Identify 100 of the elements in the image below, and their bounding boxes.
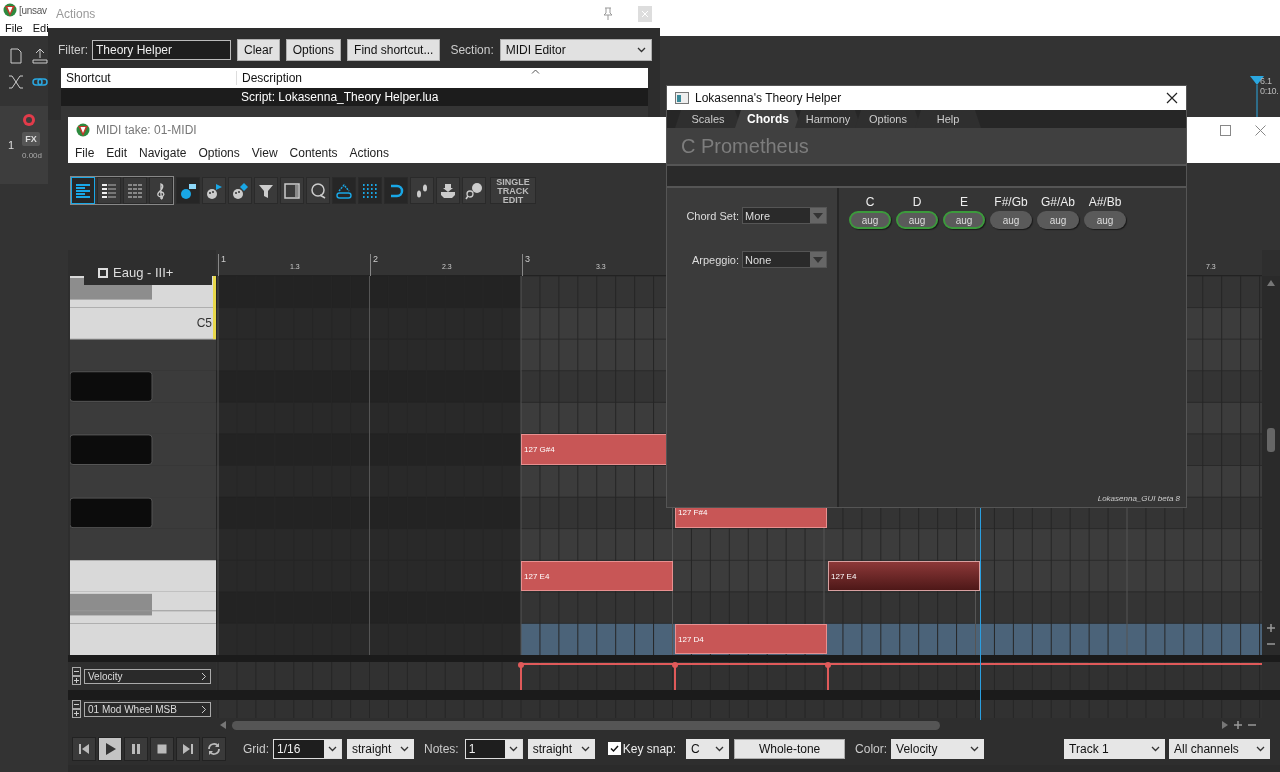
column-header[interactable]: Shortcut xyxy=(61,71,237,85)
toolbar-button[interactable] xyxy=(254,177,278,204)
fx-button[interactable]: FX xyxy=(22,132,40,146)
toolbar-button[interactable] xyxy=(384,177,408,204)
chevron-down-icon xyxy=(328,745,337,752)
toolbar-button[interactable] xyxy=(176,177,200,204)
crossfade-icon[interactable] xyxy=(8,74,24,90)
chevron-down-icon xyxy=(970,745,980,752)
menu-item[interactable]: File xyxy=(5,22,23,34)
transport-button[interactable] xyxy=(124,736,148,761)
chord-button[interactable]: aug xyxy=(896,211,938,229)
tab[interactable]: Help xyxy=(915,110,981,128)
column-header[interactable]: Description xyxy=(237,71,303,85)
midi-note[interactable]: 127 D4 xyxy=(675,623,827,655)
record-arm-icon[interactable] xyxy=(22,113,36,127)
transport-button[interactable] xyxy=(202,736,226,761)
single-track-edit-button[interactable]: SINGLE TRACK EDIT xyxy=(490,177,536,204)
toolbar-button[interactable] xyxy=(228,177,252,204)
action-button[interactable]: Options xyxy=(285,39,342,61)
lane-selector[interactable]: 01 Mod Wheel MSB xyxy=(84,701,211,717)
close-icon[interactable] xyxy=(1166,92,1178,104)
scroll-up-icon[interactable] xyxy=(1267,280,1275,286)
window-title: Lokasenna's Theory Helper xyxy=(695,91,842,105)
toolbar-button[interactable] xyxy=(462,177,486,204)
scrollbar-thumb[interactable] xyxy=(232,720,940,730)
app-logo-icon xyxy=(3,3,17,17)
palette-diamond-icon xyxy=(231,181,249,200)
channel-select[interactable]: All channels xyxy=(1169,738,1271,759)
toolbar-button[interactable] xyxy=(97,177,121,204)
toolbar-button[interactable] xyxy=(71,177,95,204)
chevron-right-icon xyxy=(201,704,207,714)
lane-collapse-icon[interactable] xyxy=(72,667,81,685)
lane-collapse-icon[interactable] xyxy=(72,700,81,718)
scrollbar-thumb[interactable] xyxy=(1267,428,1275,452)
notes-field[interactable]: 1 xyxy=(464,738,523,759)
toolbar-button[interactable] xyxy=(332,177,356,204)
toolbar-button[interactable] xyxy=(436,177,460,204)
filter-field[interactable]: Theory Helper xyxy=(92,40,231,60)
menu-item[interactable]: Actions xyxy=(349,146,389,160)
play-icon xyxy=(103,741,117,756)
toolbar-button[interactable] xyxy=(202,177,226,204)
upload-icon[interactable] xyxy=(32,48,48,64)
chord-button[interactable]: aug xyxy=(849,211,891,229)
toolbar-button[interactable] xyxy=(149,177,173,204)
skip-back-icon xyxy=(77,741,91,756)
grid-field[interactable]: 1/16 xyxy=(273,738,342,759)
file-icon[interactable] xyxy=(8,48,24,64)
zoom-in-icon[interactable] xyxy=(1267,624,1275,632)
key-snap-checkbox[interactable] xyxy=(607,742,621,755)
menu-item[interactable]: Options xyxy=(198,146,240,160)
menu-item[interactable]: Edi xyxy=(32,22,49,34)
dropdown-arrow-icon xyxy=(813,256,823,263)
scale-button[interactable]: Whole-tone xyxy=(734,738,846,759)
zoom-in-icon[interactable] xyxy=(1234,721,1242,729)
chord-root: F#/Gb xyxy=(994,195,1028,209)
pin-icon[interactable] xyxy=(602,7,614,21)
menu-item[interactable]: Edit xyxy=(106,146,128,160)
track-select[interactable]: Track 1 xyxy=(1064,738,1166,759)
chevron-down-icon xyxy=(636,47,646,53)
chord-button[interactable]: aug xyxy=(1084,211,1126,229)
chord-root: D xyxy=(912,195,922,209)
toolbar-button[interactable] xyxy=(358,177,382,204)
action-button[interactable]: Find shortcut... xyxy=(347,39,441,61)
scroll-right-icon[interactable] xyxy=(1222,721,1228,729)
key-select[interactable]: C xyxy=(686,738,730,759)
transport-button[interactable] xyxy=(98,736,122,761)
chord-button[interactable]: aug xyxy=(990,211,1032,229)
zoom-out-icon[interactable] xyxy=(1267,640,1275,648)
toolbar-button[interactable] xyxy=(410,177,434,204)
chord-root: G#/Ab xyxy=(1041,195,1075,209)
menu-item[interactable]: File xyxy=(75,146,95,160)
chord-root: A#/Bb xyxy=(1088,195,1122,209)
color-select[interactable]: Velocity xyxy=(891,738,985,759)
menu-item[interactable]: View xyxy=(251,146,278,160)
maximize-icon[interactable] xyxy=(1220,124,1231,136)
loop-icon xyxy=(207,741,221,756)
list-row[interactable]: Script: Lokasenna_Theory Helper.lua xyxy=(61,88,648,106)
list-view-icon xyxy=(100,181,118,200)
swing-select[interactable]: straight xyxy=(527,738,595,759)
chord-button[interactable]: aug xyxy=(1037,211,1079,229)
menu-item[interactable]: Navigate xyxy=(139,146,187,160)
lane-selector[interactable]: Velocity xyxy=(84,668,211,684)
action-button[interactable]: Clear xyxy=(237,39,280,61)
midi-note[interactable]: 127 E4 xyxy=(828,560,980,592)
toolbar-button[interactable] xyxy=(280,177,304,204)
transport-button[interactable] xyxy=(176,736,200,761)
midi-note[interactable]: 127 E4 xyxy=(521,560,673,592)
scroll-left-icon[interactable] xyxy=(220,721,226,729)
transport-button[interactable] xyxy=(150,736,174,761)
swing-select[interactable]: straight xyxy=(347,738,414,759)
menu-item[interactable]: Contents xyxy=(289,146,338,160)
chord-button[interactable]: aug xyxy=(943,211,985,229)
window-title: MIDI take: 01-MIDI xyxy=(96,123,197,137)
section-select[interactable]: MIDI Editor xyxy=(499,39,652,61)
chord-root: C xyxy=(865,195,875,209)
zoom-out-icon[interactable] xyxy=(1248,721,1256,729)
arpeggio-select[interactable]: None xyxy=(742,251,827,268)
chord-set-select[interactable]: More xyxy=(742,207,827,224)
toolbar-button[interactable] xyxy=(306,177,330,204)
transport-button[interactable] xyxy=(72,736,96,761)
